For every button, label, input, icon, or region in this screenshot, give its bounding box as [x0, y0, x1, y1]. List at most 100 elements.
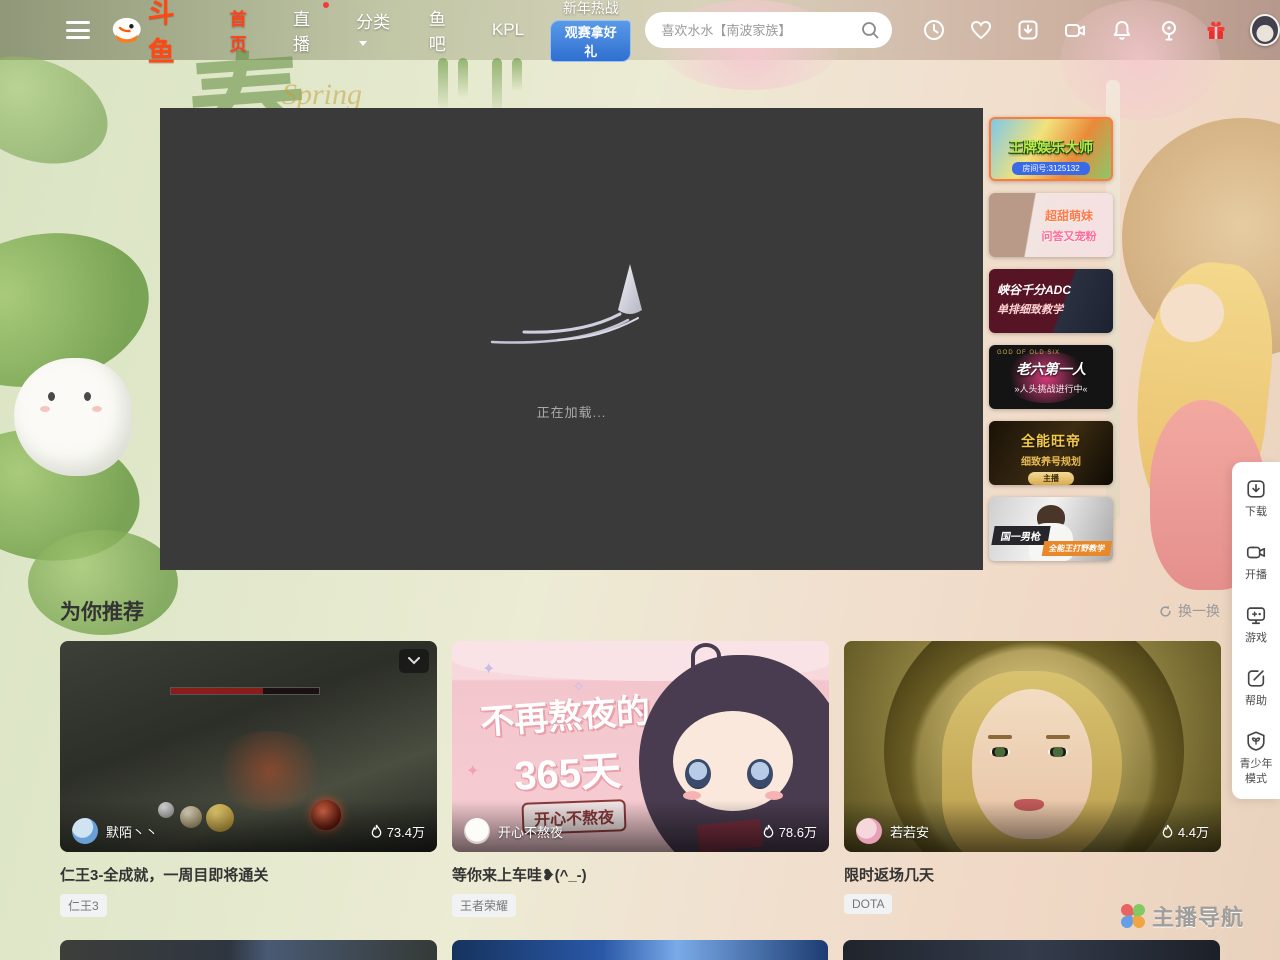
game-tag[interactable]: DOTA	[844, 894, 892, 914]
favorites-heart-icon[interactable]	[969, 18, 993, 42]
sidebar-card-title: 国一男枪	[991, 526, 1050, 545]
stream-overlay: 开心不熬夜 78.6万	[452, 800, 829, 852]
search-box[interactable]	[645, 12, 892, 48]
douyu-logo[interactable]: 斗鱼	[110, 0, 202, 69]
history-icon[interactable]	[922, 18, 946, 42]
toolbar-teen-mode[interactable]: 青少年模式	[1236, 730, 1276, 787]
toolbar-label: 游戏	[1236, 631, 1276, 646]
streamer-name: 开心不熬夜	[498, 822, 563, 841]
stream-thumbnail[interactable]: 默陌丶丶 73.4万	[60, 641, 437, 852]
game-glow-art	[210, 731, 330, 811]
notification-dot	[323, 2, 329, 8]
collapse-badge[interactable]	[399, 649, 429, 673]
event-title: 新年热战	[550, 0, 631, 18]
nav-item-kpl[interactable]: KPL	[492, 20, 524, 40]
video-player: 正在加载...	[160, 108, 983, 570]
sidebar-card-title: 王牌娱乐大师	[991, 137, 1111, 157]
sidebar-card[interactable]: 超甜萌妹 问答又宠粉	[989, 193, 1113, 257]
refresh-label: 换一换	[1178, 601, 1220, 621]
stream-overlay: 若若安 4.4万	[844, 800, 1221, 852]
camera-live-icon[interactable]	[1063, 18, 1087, 42]
toolbar-help[interactable]: 帮助	[1236, 667, 1276, 709]
sidebar-card-title: 老六第一人	[989, 359, 1113, 379]
chevron-down-icon	[408, 657, 420, 665]
room-number-badge: 房间号:3125132	[1012, 162, 1090, 175]
toolbar-label: 下载	[1236, 505, 1276, 520]
stream-thumbnail-partial[interactable]	[60, 940, 437, 960]
sidebar-card[interactable]: GOD OF OLD SIX 老六第一人 »人头挑战进行中«	[989, 345, 1113, 409]
streamer-name: 默陌丶丶	[106, 822, 158, 841]
stream-title[interactable]: 限时返场几天	[844, 864, 1221, 885]
recommend-header: 为你推荐 换一换	[60, 596, 1220, 626]
viewer-count: 78.6万	[762, 822, 817, 841]
streamer-avatar[interactable]	[72, 818, 98, 844]
toolbar-broadcast[interactable]: 开播	[1236, 541, 1276, 583]
download-icon	[1245, 478, 1267, 500]
feedback-edit-icon	[1245, 667, 1267, 689]
pinwheel-logo-icon	[1120, 903, 1146, 929]
thumb-text-line2: 365天	[513, 738, 623, 802]
main-nav: 首页 直播 分类 鱼吧 KPL	[230, 5, 524, 55]
floating-toolbar: 下载 开播 游戏 帮助 青少年模式	[1232, 462, 1280, 799]
download-icon[interactable]	[1016, 18, 1040, 42]
sidebar-card-subtitle: 细致养号规划	[989, 453, 1113, 468]
nav-item-yuba[interactable]: 鱼吧	[429, 5, 458, 55]
sidebar-card[interactable]: 国一男枪 全能王打野教学	[989, 497, 1113, 561]
stream-thumbnail-partial[interactable]	[452, 940, 829, 960]
sidebar-card-title: 全能旺帝	[989, 431, 1113, 451]
douyu-mascot-icon	[110, 15, 144, 45]
stream-thumbnail[interactable]: ✦ ✧ ✦ ♥ 不再熬夜的 365天 开心不熬夜 开心不熬夜 78.6万	[452, 641, 829, 852]
stream-card[interactable]: ✦ ✧ ✦ ♥ 不再熬夜的 365天 开心不熬夜 开心不熬夜 78.6万	[452, 641, 829, 917]
hanging-vine	[512, 58, 522, 92]
game-tag[interactable]: 王者荣耀	[452, 894, 516, 917]
refresh-icon	[1158, 604, 1173, 619]
stream-card[interactable]: 若若安 4.4万 限时返场几天 DOTA	[844, 641, 1221, 917]
toolbar-label: 青少年模式	[1236, 757, 1276, 787]
sidebar-card[interactable]: 峡谷千分ADC 单排细致教学	[989, 269, 1113, 333]
toolbar-games[interactable]: 游戏	[1236, 604, 1276, 646]
stream-title[interactable]: 等你来上车哇❥(^_-)	[452, 864, 829, 885]
stream-title[interactable]: 仁王3-全成就，一周目即将通关	[60, 864, 437, 885]
streamer-avatar[interactable]	[856, 818, 882, 844]
sidebar-card-title: 峡谷千分ADC	[997, 281, 1113, 298]
sidebar-card-kicker: GOD OF OLD SIX	[997, 350, 1113, 356]
anime-girl-face-art	[1160, 284, 1224, 342]
anchor-nav-watermark: 主播导航	[1120, 900, 1244, 932]
anchor-lamp-icon[interactable]	[1157, 18, 1181, 42]
viewer-count: 4.4万	[1161, 822, 1209, 841]
stream-thumbnail-partial[interactable]	[843, 940, 1220, 960]
sidebar-card[interactable]: 王牌娱乐大师 房间号:3125132	[989, 117, 1113, 181]
gift-icon[interactable]	[1204, 18, 1228, 42]
mascot-creature-art	[14, 358, 132, 476]
sidebar-card[interactable]: 全能旺帝 细致养号规划 主播	[989, 421, 1113, 485]
search-input[interactable]	[661, 23, 860, 38]
anime-girl-art	[691, 643, 721, 669]
spring-script-text: Spring	[282, 78, 362, 112]
hotness-flame-icon	[370, 824, 383, 839]
stream-thumbnail[interactable]: 若若安 4.4万	[844, 641, 1221, 852]
sidebar-card-title: 超甜萌妹	[1025, 207, 1113, 224]
hamburger-menu-icon[interactable]	[66, 21, 90, 39]
nav-item-live[interactable]: 直播	[293, 5, 322, 55]
hotness-flame-icon	[762, 824, 775, 839]
user-avatar[interactable]	[1250, 14, 1280, 46]
event-badge: 观赛拿好礼	[550, 20, 631, 62]
notification-bell-icon[interactable]	[1110, 18, 1134, 42]
recommend-row-2	[60, 940, 1220, 960]
toolbar-download[interactable]: 下载	[1236, 478, 1276, 520]
top-navbar: 斗鱼 首页 直播 分类 鱼吧 KPL 新年热战 观赛拿好礼	[0, 0, 1280, 60]
toolbar-label: 帮助	[1236, 694, 1276, 709]
streamer-avatar[interactable]	[464, 818, 490, 844]
hanging-vine	[438, 58, 448, 110]
sidebar-card-subtitle: 全能王打野教学	[1042, 541, 1113, 556]
nav-item-categories[interactable]: 分类	[356, 8, 395, 53]
camera-icon	[1245, 541, 1267, 563]
refresh-button[interactable]: 换一换	[1158, 601, 1220, 621]
game-tag[interactable]: 仁王3	[60, 894, 107, 917]
streamer-badge: 主播	[1028, 472, 1074, 485]
search-icon[interactable]	[860, 20, 880, 40]
event-banner[interactable]: 新年热战 观赛拿好礼	[550, 0, 631, 62]
nav-item-home[interactable]: 首页	[230, 5, 259, 55]
stream-card[interactable]: 默陌丶丶 73.4万 仁王3-全成就，一周目即将通关 仁王3	[60, 641, 437, 917]
logo-text: 斗鱼	[148, 0, 202, 69]
